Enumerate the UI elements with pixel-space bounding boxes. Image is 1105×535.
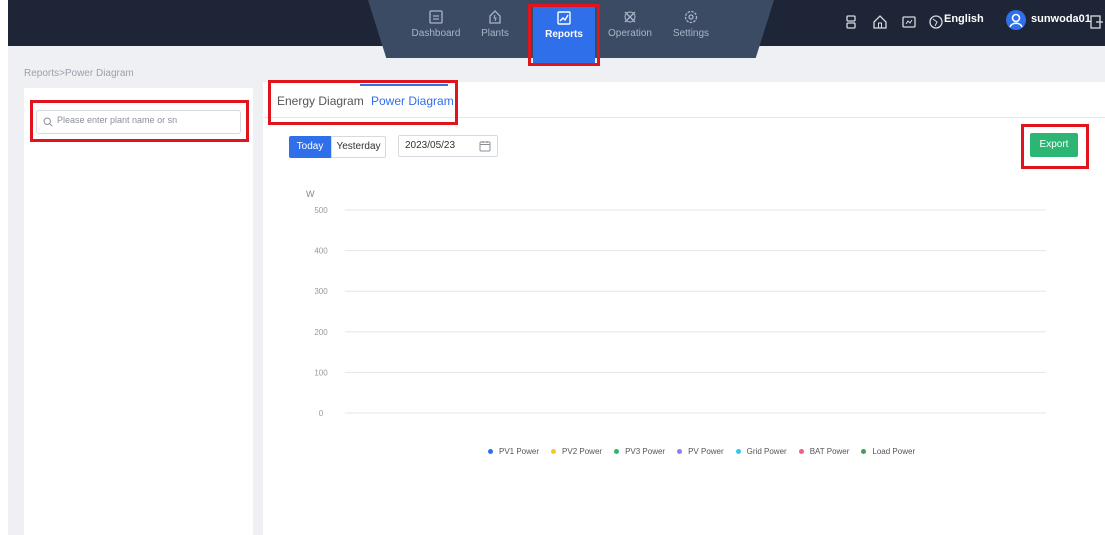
screen-icon[interactable] [901, 14, 917, 30]
nav-label-dashboard: Dashboard [411, 28, 461, 39]
date-picker[interactable]: 2023/05/23 [398, 135, 498, 157]
date-value: 2023/05/23 [405, 140, 456, 151]
dashboard-icon [429, 10, 443, 24]
nav-label-reports: Reports [545, 29, 583, 40]
y-tick-label: 300 [314, 287, 328, 296]
legend-item[interactable]: Load Power [861, 447, 915, 456]
nav-item-operation[interactable]: Operation [599, 9, 661, 39]
power-chart: W 500 400 300 200 100 0 [306, 189, 1046, 418]
legend-marker [614, 449, 620, 455]
search-input[interactable] [57, 115, 237, 125]
window-edge [0, 0, 8, 535]
active-tab-indicator [360, 84, 448, 86]
nav-label-settings: Settings [672, 28, 710, 39]
breadcrumb: Reports>Power Diagram [24, 68, 134, 79]
avatar[interactable] [1006, 10, 1026, 30]
plant-search[interactable] [36, 110, 241, 134]
logout-icon[interactable] [1089, 14, 1105, 30]
legend-item[interactable]: Grid Power [735, 447, 787, 456]
reports-icon [557, 11, 571, 25]
y-tick-label: 100 [314, 368, 328, 377]
legend-marker [551, 449, 557, 455]
y-axis-label: W [306, 189, 315, 199]
search-icon [43, 117, 53, 127]
legend-marker [798, 449, 804, 455]
legend-label: PV1 Power [499, 447, 540, 456]
legend-marker [677, 449, 683, 455]
chart-legend: PV1 Power PV2 Power PV3 Power PV Power Grid … [488, 447, 927, 456]
legend-label: Load Power [872, 447, 916, 456]
legend-item[interactable]: PV Power [677, 447, 724, 456]
tab-power-diagram[interactable]: Power Diagram [371, 94, 454, 108]
nav-label-operation: Operation [608, 28, 652, 39]
legend-marker [861, 449, 867, 455]
y-tick-label: 400 [314, 247, 328, 256]
today-button[interactable]: Today [289, 136, 331, 158]
username[interactable]: sunwoda01 [1031, 13, 1091, 25]
report-tabs: Energy Diagram Power Diagram [263, 82, 1105, 118]
legend-marker [488, 449, 493, 455]
device-icon[interactable] [843, 14, 859, 30]
legend-label: PV Power [688, 447, 724, 456]
y-tick-label: 500 [314, 206, 328, 215]
legend-label: Grid Power [746, 447, 787, 456]
nav-label-plants: Plants [481, 28, 509, 39]
settings-icon [684, 10, 698, 24]
nav-item-plants[interactable]: Plants [464, 9, 526, 39]
operation-icon [624, 11, 636, 23]
globe-icon[interactable] [928, 14, 944, 30]
calendar-icon [479, 141, 491, 152]
legend-item[interactable]: PV3 Power [614, 447, 665, 456]
export-button[interactable]: Export [1030, 133, 1078, 157]
legend-item[interactable]: PV2 Power [551, 447, 602, 456]
language-selector[interactable]: English [944, 13, 984, 25]
nav-item-settings[interactable]: Settings [660, 9, 722, 39]
plants-icon [489, 10, 501, 24]
y-tick-label: 200 [314, 328, 328, 337]
legend-item[interactable]: PV1 Power [488, 447, 539, 456]
nav-item-reports[interactable]: Reports [533, 6, 595, 64]
plant-list-panel [24, 88, 253, 535]
nav-item-dashboard[interactable]: Dashboard [405, 9, 467, 39]
tab-energy-diagram[interactable]: Energy Diagram [277, 94, 364, 108]
legend-label: PV2 Power [562, 447, 603, 456]
legend-marker [735, 449, 741, 455]
legend-label: PV3 Power [625, 447, 666, 456]
yesterday-button[interactable]: Yesterday [331, 136, 386, 158]
legend-label: BAT Power [809, 447, 850, 456]
legend-item[interactable]: BAT Power [798, 447, 850, 456]
home-icon[interactable] [872, 14, 888, 30]
y-tick-label: 0 [319, 409, 324, 418]
